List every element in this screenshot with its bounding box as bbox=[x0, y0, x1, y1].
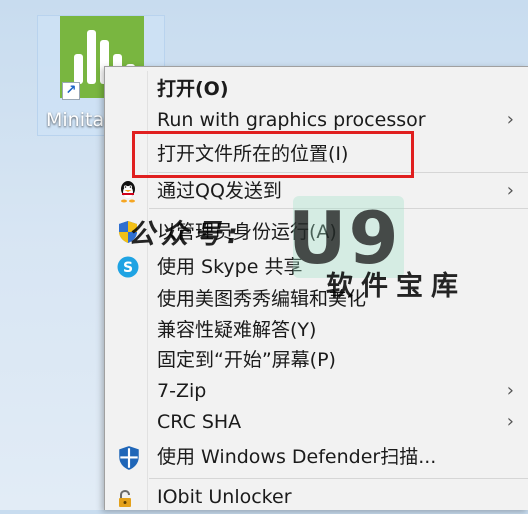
menu-item-compat-troubleshoot[interactable]: 兼容性疑难解答(Y) bbox=[105, 315, 528, 345]
menu-divider bbox=[149, 478, 528, 479]
menu-item-label: 固定到“开始”屏幕(P) bbox=[157, 349, 336, 371]
uac-shield-icon bbox=[116, 220, 140, 244]
defender-icon bbox=[116, 445, 140, 470]
menu-item-label: 使用 Windows Defender扫描... bbox=[157, 446, 437, 468]
menu-item-label: 7-Zip bbox=[157, 380, 207, 402]
menu-item-label: 通过QQ发送到 bbox=[157, 180, 282, 202]
menu-item-run-as-admin[interactable]: 以管理员身份运行(A) bbox=[105, 217, 528, 247]
skype-icon: S bbox=[116, 255, 140, 279]
lock-icon bbox=[116, 489, 140, 514]
menu-item-open[interactable]: 打开(O) bbox=[105, 74, 528, 104]
svg-text:S: S bbox=[123, 260, 133, 276]
menu-item-label: 兼容性疑难解答(Y) bbox=[157, 319, 317, 341]
menu-item-crc-sha[interactable]: CRC SHA › bbox=[105, 407, 528, 437]
menu-item-label: 以管理员身份运行(A) bbox=[157, 221, 337, 243]
menu-item-label: 使用 Skype 共享 bbox=[157, 256, 303, 278]
menu-item-send-via-qq[interactable]: 通过QQ发送到 › bbox=[105, 176, 528, 206]
menu-item-defender-scan[interactable]: 使用 Windows Defender扫描... bbox=[105, 442, 528, 472]
menu-item-meitu-edit[interactable]: 使用美图秀秀编辑和美化 bbox=[105, 284, 528, 314]
qq-penguin-icon bbox=[116, 179, 140, 203]
menu-item-share-skype[interactable]: S 使用 Skype 共享 bbox=[105, 252, 528, 282]
menu-item-iobit-unlocker[interactable]: IObit Unlocker bbox=[105, 482, 528, 512]
menu-item-pin-to-start[interactable]: 固定到“开始”屏幕(P) bbox=[105, 345, 528, 375]
menu-item-label: IObit Unlocker bbox=[157, 486, 292, 508]
chevron-right-icon: › bbox=[506, 180, 514, 201]
menu-item-7zip[interactable]: 7-Zip › bbox=[105, 376, 528, 406]
menu-item-label: CRC SHA bbox=[157, 411, 242, 433]
chevron-right-icon: › bbox=[506, 411, 514, 432]
shortcut-arrow-icon: ↗ bbox=[62, 82, 80, 100]
chevron-right-icon: › bbox=[506, 380, 514, 401]
menu-item-label: 使用美图秀秀编辑和美化 bbox=[157, 288, 367, 310]
menu-item-label: 打开(O) bbox=[157, 78, 229, 100]
chevron-right-icon: › bbox=[506, 109, 514, 130]
menu-divider bbox=[149, 208, 528, 209]
highlight-box bbox=[132, 131, 414, 178]
